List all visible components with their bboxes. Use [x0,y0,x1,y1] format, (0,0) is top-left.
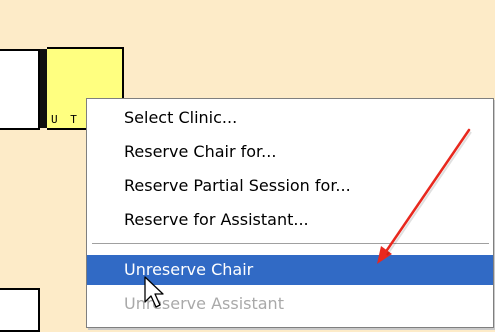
menu-item-reserve-chair[interactable]: Reserve Chair for... [87,137,493,167]
menu-item-reserve-partial-session[interactable]: Reserve Partial Session for... [87,171,493,201]
menu-item-select-clinic[interactable]: Select Clinic... [87,103,493,133]
schedule-cell[interactable] [0,49,40,130]
arrow-cursor-icon [144,276,164,308]
schedule-cell-lower[interactable] [0,288,40,332]
menu-separator [92,243,489,245]
cell-divider [40,49,47,128]
slot-label: U T [51,113,80,126]
menu-item-reserve-for-assistant[interactable]: Reserve for Assistant... [87,205,493,235]
